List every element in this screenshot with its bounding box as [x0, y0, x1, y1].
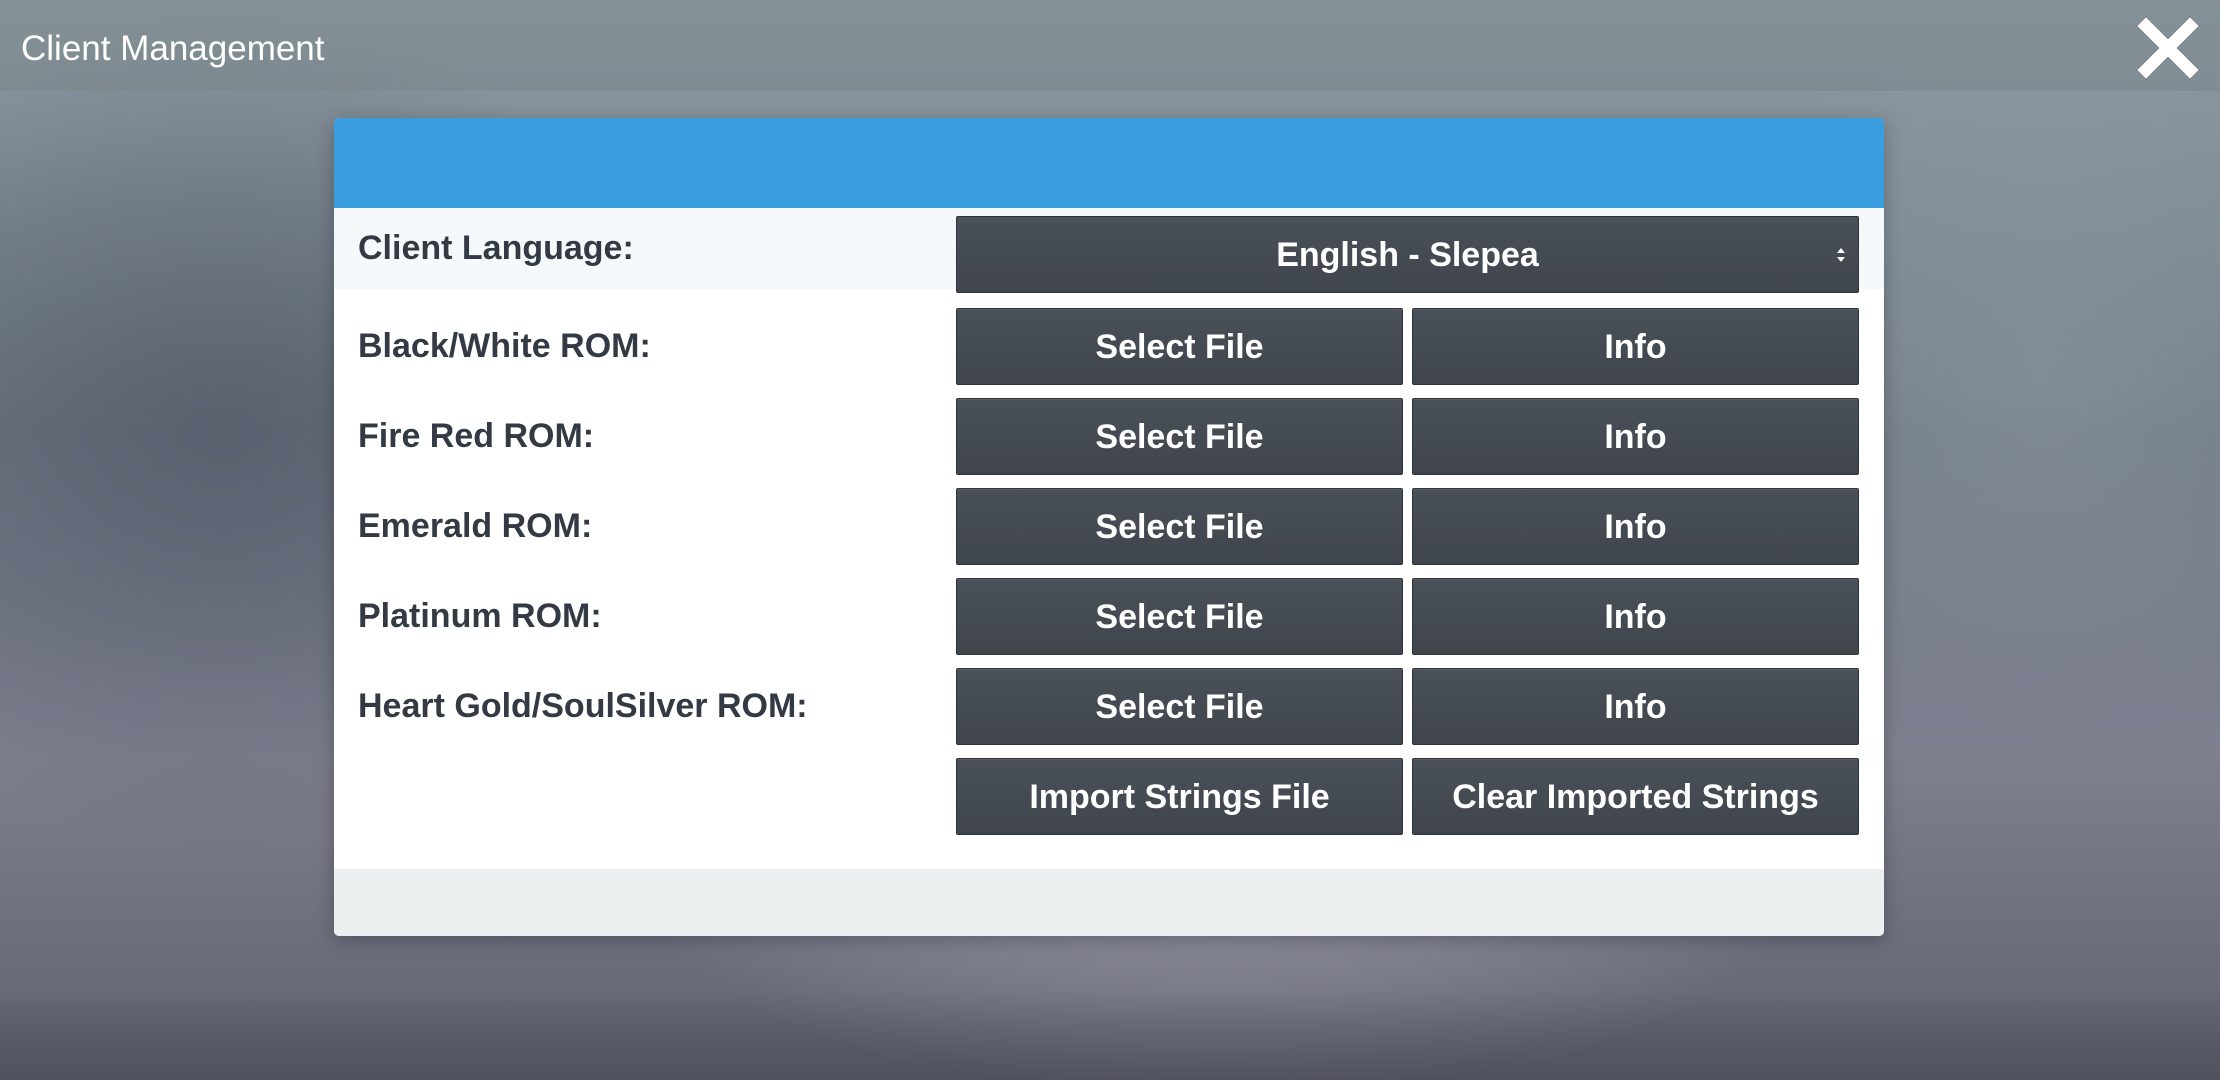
rom-row-black-white: Black/White ROM: Select File Info — [334, 306, 1884, 387]
select-file-button[interactable]: Select File — [956, 488, 1403, 565]
import-strings-button[interactable]: Import Strings File — [956, 758, 1403, 835]
info-button[interactable]: Info — [1412, 488, 1859, 565]
language-label: Client Language: — [358, 229, 634, 267]
title-bar: Client Management — [0, 0, 2220, 91]
strings-row: Import Strings File Clear Imported Strin… — [334, 756, 1884, 837]
rom-row-fire-red: Fire Red ROM: Select File Info — [334, 396, 1884, 477]
select-file-button[interactable]: Select File — [956, 398, 1403, 475]
rom-label: Emerald ROM: — [358, 507, 593, 545]
rom-label: Black/White ROM: — [358, 327, 651, 365]
language-row: Client Language: English - Slepea — [334, 208, 1884, 293]
dialog-header — [334, 118, 1884, 208]
rom-row-platinum: Platinum ROM: Select File Info — [334, 576, 1884, 657]
rom-row-heart-gold-soul-silver: Heart Gold/SoulSilver ROM: Select File I… — [334, 666, 1884, 747]
background-shade — [0, 990, 2220, 1080]
clear-imported-strings-button[interactable]: Clear Imported Strings — [1412, 758, 1859, 835]
select-file-button[interactable]: Select File — [956, 578, 1403, 655]
info-button[interactable]: Info — [1412, 398, 1859, 475]
info-button[interactable]: Info — [1412, 308, 1859, 385]
rom-label: Fire Red ROM: — [358, 417, 595, 455]
close-icon — [2137, 17, 2199, 79]
language-select[interactable]: English - Slepea — [956, 216, 1859, 293]
info-button[interactable]: Info — [1412, 578, 1859, 655]
select-arrows-icon — [1836, 245, 1846, 265]
close-button[interactable] — [2136, 16, 2200, 80]
info-button[interactable]: Info — [1412, 668, 1859, 745]
select-file-button[interactable]: Select File — [956, 308, 1403, 385]
client-management-dialog: Client Language: English - Slepea Black/… — [334, 118, 1884, 936]
dialog-footer — [334, 869, 1884, 936]
select-file-button[interactable]: Select File — [956, 668, 1403, 745]
rom-row-emerald: Emerald ROM: Select File Info — [334, 486, 1884, 567]
window-title: Client Management — [21, 29, 325, 68]
rom-label: Heart Gold/SoulSilver ROM: — [358, 687, 808, 725]
rom-label: Platinum ROM: — [358, 597, 602, 635]
language-select-value: English - Slepea — [1276, 236, 1539, 274]
